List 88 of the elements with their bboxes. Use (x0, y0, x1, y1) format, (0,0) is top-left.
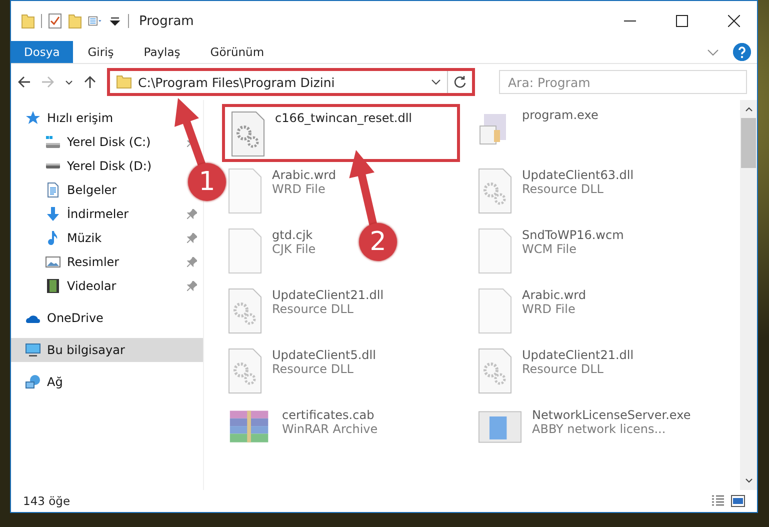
sidebar-item[interactable]: Videolar (11, 274, 203, 298)
ribbon-tab[interactable]: Dosya (11, 41, 73, 63)
file-type: WCM File (522, 242, 578, 256)
gear-file-icon (228, 288, 262, 334)
sidebar-item[interactable]: Müzik (11, 226, 203, 250)
file-item[interactable]: UpdateClient21.dll Resource DLL (222, 284, 390, 342)
pin-icon (187, 209, 197, 219)
gear-file-icon (228, 348, 262, 394)
file-item[interactable]: UpdateClient21.dll Resource DLL (472, 344, 640, 402)
sidebar-item[interactable]: Hızlı erişim (11, 106, 118, 130)
sidebar-item[interactable]: Yerel Disk (D:) (11, 154, 156, 178)
file-item[interactable]: SndToWP16.wcm WCM File (472, 224, 630, 282)
blank-file-icon (478, 288, 512, 334)
file-name: UpdateClient21.dll (522, 348, 634, 362)
pin-icon (187, 257, 197, 267)
search-field[interactable]: Ara: Program (499, 70, 747, 94)
window-app-icon (478, 408, 522, 446)
tiles-view-icon[interactable] (731, 495, 745, 507)
file-item[interactable]: NetworkLicenseServer.exe ABBY network licens... (472, 404, 697, 462)
folder-icon (116, 74, 132, 90)
file-type: Resource DLL (272, 302, 354, 316)
file-item[interactable]: Arabic.wrd WRD File (472, 284, 592, 342)
checklist-icon[interactable] (48, 13, 62, 29)
document-icon (45, 182, 61, 198)
file-item[interactable]: certificates.cab WinRAR Archive (222, 404, 384, 462)
up-arrow-icon[interactable] (83, 75, 97, 89)
minimize-icon[interactable] (624, 20, 636, 22)
file-type: CJK File (272, 242, 316, 256)
close-icon[interactable] (728, 15, 740, 27)
file-name: Arabic.wrd (272, 168, 336, 182)
pin-icon (187, 281, 197, 291)
sidebar-item[interactable]: İndirmeler (11, 202, 203, 226)
file-item[interactable]: UpdateClient5.dll Resource DLL (222, 344, 382, 402)
blank-file-icon (228, 228, 262, 274)
sidebar-item[interactable]: Belgeler (11, 178, 121, 202)
drive-icon (45, 136, 61, 148)
picture-icon (45, 254, 61, 270)
file-type: WinRAR Archive (282, 422, 378, 436)
file-type: WRD File (522, 302, 576, 316)
drive-icon (45, 163, 61, 169)
down-arrow-icon (45, 206, 61, 222)
chevron-down-icon[interactable] (431, 77, 441, 87)
ribbon-tab[interactable]: Giriş (72, 41, 129, 63)
file-name: NetworkLicenseServer.exe (532, 408, 691, 422)
details-view-icon[interactable] (711, 495, 725, 507)
file-name: SndToWP16.wcm (522, 228, 624, 242)
maximize-icon[interactable] (676, 15, 688, 27)
file-type: Resource DLL (522, 362, 604, 376)
film-icon (45, 278, 61, 294)
ribbon-tab[interactable]: Görünüm (195, 41, 280, 63)
refresh-icon[interactable] (453, 75, 467, 89)
file-name: UpdateClient5.dll (272, 348, 376, 362)
file-item[interactable]: UpdateClient63.dll Resource DLL (472, 164, 640, 222)
sidebar-item[interactable]: Bu bilgisayar (11, 338, 203, 362)
star-icon (25, 110, 41, 126)
file-item[interactable]: program.exe (472, 104, 604, 162)
scrollbar-thumb[interactable] (741, 118, 756, 168)
file-name: c166_twincan_reset.dll (275, 111, 412, 125)
blank-file-icon (228, 168, 262, 214)
item-count: 143 öğe (23, 494, 70, 508)
back-arrow-icon[interactable] (17, 75, 31, 89)
file-name: gtd.cjk (272, 228, 314, 242)
sidebar-item[interactable]: OneDrive (11, 306, 108, 330)
gear-file-icon (478, 348, 512, 394)
file-name: program.exe (522, 108, 598, 122)
file-name: UpdateClient21.dll (272, 288, 384, 302)
blank-file-icon (478, 228, 512, 274)
file-item[interactable]: c166_twincan_reset.dll (222, 104, 460, 162)
sidebar-item[interactable]: Ağ (11, 370, 67, 394)
address-bar[interactable]: C:\Program Files\Program Dizini (107, 68, 475, 96)
window-title: Program (139, 14, 194, 28)
file-name: Arabic.wrd (522, 288, 586, 302)
help-icon[interactable] (733, 43, 751, 61)
ribbon-tab[interactable]: Paylaş (128, 41, 196, 63)
file-type: Resource DLL (272, 362, 354, 376)
file-type: WRD File (272, 182, 326, 196)
file-type: ABBY network licens... (532, 422, 667, 436)
file-name: certificates.cab (282, 408, 376, 422)
cloud-icon (25, 314, 41, 322)
file-type: Resource DLL (522, 182, 604, 196)
network-icon (25, 374, 41, 390)
gear-file-icon (231, 111, 265, 157)
monitor-icon (25, 342, 41, 358)
file-item[interactable]: gtd.cjk CJK File (222, 224, 322, 282)
sidebar-item[interactable]: Resimler (11, 250, 203, 274)
pin-icon (187, 233, 197, 243)
gear-file-icon (478, 168, 512, 214)
file-name: UpdateClient63.dll (522, 168, 634, 182)
